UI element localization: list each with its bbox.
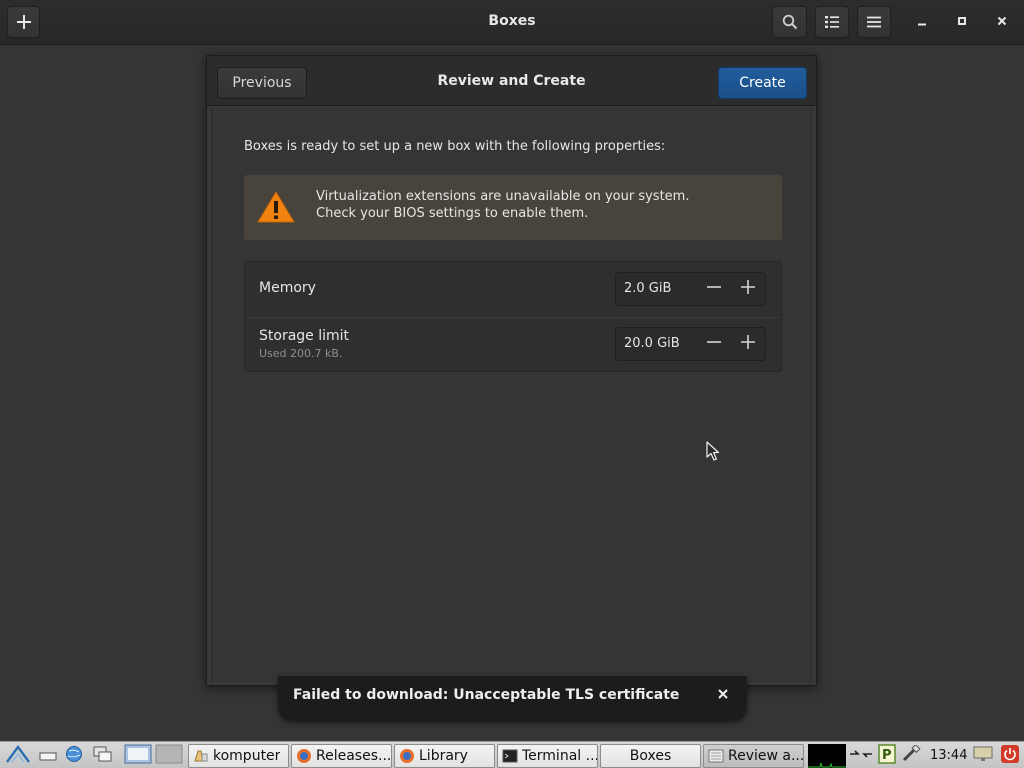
network-icon — [849, 747, 873, 765]
storage-row: Storage limit Used 200.7 kB. 20.0 GiB — [245, 317, 781, 372]
properties-list: Memory 2.0 GiB Storage limit Used 200.7 … — [244, 261, 782, 372]
desktop-icon — [39, 747, 57, 765]
cpu-monitor — [808, 744, 846, 768]
minus-icon — [707, 280, 721, 298]
taskbar-item-label: Boxes — [629, 748, 672, 764]
warning-banner: Virtualization extensions are unavailabl… — [244, 175, 782, 240]
storage-used-text: Used 200.7 kB. — [259, 347, 343, 360]
close-icon — [718, 688, 728, 703]
dialog-body: Boxes is ready to set up a new box with … — [211, 107, 812, 682]
taskbar-item-label: Library — [419, 748, 468, 764]
taskbar-item-komputer[interactable]: komputer — [188, 744, 289, 768]
taskbar-item-review[interactable]: Review a... — [703, 744, 804, 768]
workspace-icon — [155, 744, 183, 768]
minimize-icon — [917, 15, 927, 30]
windows-icon — [93, 745, 113, 767]
taskbar-item-label: komputer — [213, 748, 281, 764]
view-mode-button[interactable] — [815, 6, 849, 38]
maximize-button[interactable] — [948, 8, 976, 36]
storage-label: Storage limit — [259, 328, 350, 344]
hamburger-menu-icon — [866, 14, 882, 30]
firefox-icon — [296, 748, 312, 764]
new-box-button[interactable] — [7, 6, 40, 38]
header-bar: Boxes — [0, 0, 1024, 45]
power-icon — [1001, 745, 1019, 767]
taskbar-item-label: Review a... — [728, 748, 803, 764]
notification-toast: Failed to download: Unacceptable TLS cer… — [278, 676, 747, 721]
previous-button[interactable]: Previous — [217, 67, 307, 99]
app-menu-icon — [5, 744, 31, 768]
warning-line-2: Check your BIOS settings to enable them. — [316, 206, 589, 221]
mouse-cursor-icon — [706, 441, 720, 465]
monitor-icon — [973, 745, 993, 767]
minus-icon — [707, 335, 721, 353]
taskbar: komputer Releases... Library Terminal ..… — [0, 741, 1024, 768]
plus-icon — [16, 14, 32, 30]
plus-icon — [741, 335, 755, 353]
memory-stepper[interactable]: 2.0 GiB — [615, 272, 766, 306]
network-tray[interactable] — [848, 745, 874, 767]
list-view-icon — [824, 14, 840, 30]
window-icon — [708, 748, 724, 764]
menu-button[interactable] — [857, 6, 891, 38]
workspace-2[interactable] — [155, 744, 183, 768]
notification-text: Failed to download: Unacceptable TLS cer… — [293, 687, 680, 703]
review-create-dialog: Previous Review and Create Create Boxes … — [206, 55, 817, 686]
folder-icon — [193, 748, 209, 764]
workspace-icon — [124, 744, 152, 768]
workspace-1[interactable] — [123, 744, 153, 768]
search-button[interactable] — [772, 6, 807, 38]
start-menu-button[interactable] — [4, 744, 32, 768]
memory-decrease-button[interactable] — [697, 273, 731, 305]
taskbar-item-label: Terminal ... — [522, 748, 597, 764]
taskbar-item-releases[interactable]: Releases... — [291, 744, 392, 768]
storage-value[interactable]: 20.0 GiB — [624, 328, 680, 360]
create-button[interactable]: Create — [718, 67, 807, 99]
taskbar-item-boxes[interactable]: Boxes — [600, 744, 701, 768]
storage-stepper[interactable]: 20.0 GiB — [615, 327, 766, 361]
notification-close-button[interactable] — [714, 686, 732, 704]
taskbar-item-terminal[interactable]: Terminal ... — [497, 744, 598, 768]
minimize-button[interactable] — [908, 8, 936, 36]
power-button[interactable] — [999, 745, 1021, 767]
storage-decrease-button[interactable] — [697, 328, 731, 360]
maximize-icon — [957, 15, 967, 30]
usb-tray[interactable] — [900, 743, 922, 767]
warning-icon — [256, 190, 296, 228]
memory-row: Memory 2.0 GiB — [245, 262, 781, 317]
taskbar-item-label: Releases... — [316, 748, 391, 764]
search-icon — [782, 14, 798, 30]
display-tray[interactable] — [972, 745, 994, 767]
plus-icon — [741, 280, 755, 298]
warning-line-1: Virtualization extensions are unavailabl… — [316, 189, 690, 204]
firefox-icon — [399, 748, 415, 764]
storage-increase-button[interactable] — [731, 328, 765, 360]
close-icon — [997, 15, 1007, 30]
terminal-icon — [502, 748, 518, 764]
p-badge-icon: P — [878, 744, 896, 768]
memory-value[interactable]: 2.0 GiB — [624, 273, 671, 305]
show-desktop-button[interactable] — [37, 745, 59, 767]
close-window-button[interactable] — [988, 8, 1016, 36]
intro-text: Boxes is ready to set up a new box with … — [244, 139, 666, 154]
svg-text:P: P — [882, 748, 892, 763]
browser-launcher[interactable] — [63, 745, 85, 767]
taskbar-item-library[interactable]: Library — [394, 744, 495, 768]
usb-icon — [901, 743, 921, 767]
dialog-header: Previous Review and Create Create — [207, 56, 816, 106]
globe-icon — [65, 745, 83, 767]
p-tray[interactable]: P — [876, 744, 898, 768]
memory-label: Memory — [259, 280, 316, 296]
memory-increase-button[interactable] — [731, 273, 765, 305]
window-switcher-button[interactable] — [92, 745, 114, 767]
clock[interactable]: 13:44 — [930, 742, 967, 768]
